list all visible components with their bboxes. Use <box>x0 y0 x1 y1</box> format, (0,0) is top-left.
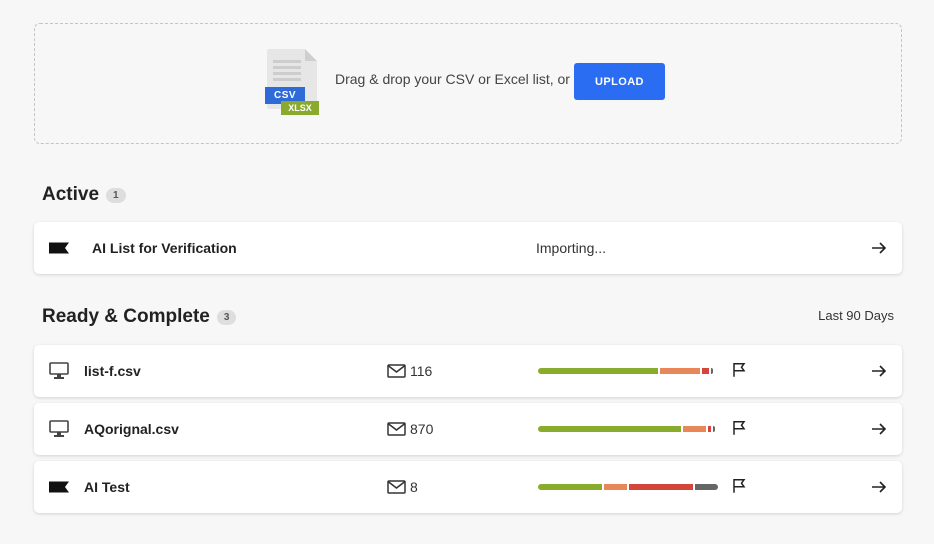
bar-segment-unknown <box>711 368 713 374</box>
spreadsheet-file-icon: CSV XLSX <box>265 48 321 115</box>
flag-outline-icon[interactable] <box>732 362 746 378</box>
upload-dropzone[interactable]: CSV XLSX Drag & drop your CSV or Excel l… <box>34 23 902 144</box>
ready-count-badge: 3 <box>216 309 237 325</box>
upload-button[interactable]: UPLOAD <box>573 63 665 100</box>
flag-outline-icon[interactable] <box>732 478 746 494</box>
bar-segment-valid <box>538 426 681 432</box>
monitor-icon <box>49 420 69 437</box>
list-name: AQorignal.csv <box>84 421 179 437</box>
black-flag-icon <box>49 481 69 493</box>
list-row[interactable]: AI Test 8 <box>34 461 902 513</box>
bar-segment-risky <box>683 426 706 432</box>
bar-segment-unknown <box>713 426 715 432</box>
bar-segment-invalid <box>708 426 711 432</box>
ready-section-title: Ready & Complete 3 <box>42 306 237 328</box>
arrow-right-icon[interactable] <box>871 422 887 436</box>
envelope-icon <box>387 422 406 436</box>
verification-breakdown-bar <box>538 426 718 432</box>
bar-segment-valid <box>538 484 602 490</box>
bar-segment-risky <box>604 484 627 490</box>
flag-outline-icon[interactable] <box>732 420 746 436</box>
active-list-row[interactable]: AI List for Verification Importing... <box>34 222 902 274</box>
verification-breakdown-bar <box>538 484 718 490</box>
list-row[interactable]: AQorignal.csv 870 <box>34 403 902 455</box>
arrow-right-icon[interactable] <box>871 480 887 494</box>
date-range-filter[interactable]: Last 90 Days <box>818 308 894 323</box>
list-name: AI Test <box>84 479 130 495</box>
dropzone-prompt: Drag & drop your CSV or Excel list, or <box>335 70 570 87</box>
bar-segment-invalid <box>629 484 693 490</box>
email-count-value: 8 <box>410 479 418 495</box>
bar-segment-invalid <box>702 368 709 374</box>
bar-segment-unknown <box>695 484 718 490</box>
email-count: 116 <box>387 363 432 379</box>
import-status: Importing... <box>536 240 607 256</box>
ready-heading: Ready & Complete <box>42 306 210 327</box>
envelope-icon <box>387 364 406 378</box>
bar-segment-valid <box>538 368 658 374</box>
bar-segment-risky <box>660 368 700 374</box>
list-name: list-f.csv <box>84 363 141 379</box>
xlsx-badge: XLSX <box>281 100 319 115</box>
active-heading: Active <box>42 184 100 205</box>
arrow-right-icon[interactable] <box>871 241 887 255</box>
active-count-badge: 1 <box>106 187 126 203</box>
black-flag-icon <box>49 242 69 254</box>
lists-page: CSV XLSX Drag & drop your CSV or Excel l… <box>0 0 934 544</box>
email-count-value: 870 <box>410 421 434 437</box>
verification-breakdown-bar <box>538 368 718 374</box>
email-count: 8 <box>387 479 418 495</box>
email-count: 870 <box>387 421 433 437</box>
envelope-icon <box>387 480 406 494</box>
email-count-value: 116 <box>410 363 433 379</box>
active-section-title: Active 1 <box>42 184 126 206</box>
arrow-right-icon[interactable] <box>871 364 887 378</box>
list-name: AI List for Verification <box>92 240 237 256</box>
list-row[interactable]: list-f.csv 116 <box>34 345 902 397</box>
monitor-icon <box>49 362 69 379</box>
